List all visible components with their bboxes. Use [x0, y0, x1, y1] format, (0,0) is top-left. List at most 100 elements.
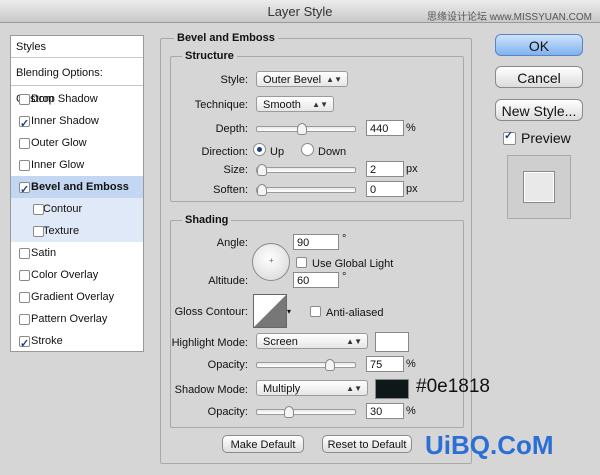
shadow-opacity-slider[interactable] [256, 406, 356, 418]
style-label: Style: [220, 74, 248, 86]
style-item-label: Texture [43, 225, 80, 237]
new-style-button[interactable]: New Style... [495, 99, 583, 121]
size-slider-thumb[interactable] [257, 164, 267, 176]
style-select-value: Outer Bevel [263, 74, 322, 86]
depth-label: Depth: [215, 123, 248, 135]
crosshair-icon: + [269, 256, 274, 265]
soften-label: Soften: [213, 184, 248, 196]
shadow-opacity-thumb[interactable] [284, 406, 294, 418]
depth-slider-thumb[interactable] [297, 123, 307, 135]
direction-up-radio[interactable] [253, 143, 266, 156]
watermark-top: 思缘设计论坛 www.MISSYUAN.COM [426, 12, 592, 23]
direction-label: Direction: [201, 146, 248, 158]
depth-field[interactable]: 440 [366, 120, 404, 136]
global-light-checkbox[interactable] [296, 257, 307, 268]
technique-select[interactable]: Smooth ▲▼ [256, 96, 334, 112]
angle-dial[interactable]: + [252, 243, 290, 281]
style-item-label: Inner Shadow [31, 115, 99, 127]
style-select[interactable]: Outer Bevel ▲▼ [256, 71, 348, 87]
highlight-opacity-slider[interactable] [256, 359, 356, 371]
highlight-mode-value: Screen [263, 336, 298, 348]
watermark-bottom: UiBQ.CoM [425, 430, 554, 460]
style-item-stroke[interactable]: Stroke [11, 330, 143, 355]
style-item-label: Pattern Overlay [31, 313, 108, 325]
highlight-color-swatch[interactable] [375, 332, 409, 352]
style-item-bevel-and-emboss[interactable]: Bevel and Emboss [11, 176, 143, 201]
style-item-label: Contour [43, 203, 83, 215]
style-item-checkbox[interactable] [19, 270, 30, 281]
soften-slider-thumb[interactable] [257, 184, 267, 196]
style-item-checkbox[interactable] [19, 179, 30, 201]
make-default-button[interactable]: Make Default [222, 435, 304, 453]
anti-aliased-checkbox[interactable] [310, 306, 321, 317]
contour-dropdown-icon[interactable]: ▾ [287, 307, 291, 316]
gloss-contour-preview[interactable] [253, 294, 287, 328]
anti-aliased-label: Anti-aliased [326, 307, 384, 319]
style-item-checkbox[interactable] [19, 292, 30, 303]
style-item-contour[interactable]: Contour [11, 198, 143, 220]
style-item-label: Outer Glow [31, 137, 87, 149]
soften-field[interactable]: 0 [366, 181, 404, 197]
style-item-checkbox[interactable] [19, 314, 30, 325]
highlight-opacity-thumb[interactable] [325, 359, 335, 371]
technique-label: Technique: [194, 99, 248, 111]
shadow-mode-select[interactable]: Multiply ▲▼ [256, 380, 368, 396]
contour-curve-icon [254, 295, 286, 327]
highlight-opacity-field[interactable]: 75 [366, 356, 404, 372]
direction-down-radio[interactable] [301, 143, 314, 156]
altitude-field[interactable]: 60 [293, 272, 339, 288]
style-item-outer-glow[interactable]: Outer Glow [11, 132, 143, 154]
soften-unit: px [406, 183, 418, 195]
shadow-opacity-unit: % [406, 405, 416, 417]
style-item-gradient-overlay[interactable]: Gradient Overlay [11, 286, 143, 308]
gloss-contour-label: Gloss Contour: [174, 306, 248, 318]
style-item-pattern-overlay[interactable]: Pattern Overlay [11, 308, 143, 330]
style-item-satin[interactable]: Satin [11, 242, 143, 264]
altitude-unit: ° [342, 271, 347, 283]
shadow-color-swatch[interactable] [375, 379, 409, 399]
style-item-color-overlay[interactable]: Color Overlay [11, 264, 143, 286]
size-slider[interactable] [256, 164, 356, 176]
style-item-checkbox[interactable] [19, 333, 30, 355]
reset-default-button[interactable]: Reset to Default [322, 435, 412, 453]
blending-options[interactable]: Blending Options: Custom [11, 60, 143, 105]
depth-slider[interactable] [256, 123, 356, 135]
shadow-opacity-label: Opacity: [207, 406, 248, 418]
styles-list: Styles Blending Options: Custom Drop Sha… [10, 35, 144, 355]
technique-select-value: Smooth [263, 99, 301, 111]
updown-arrows-icon: ▲▼ [346, 384, 362, 393]
angle-field[interactable]: 90 [293, 234, 339, 250]
cancel-button[interactable]: Cancel [495, 66, 583, 88]
style-item-label: Inner Glow [31, 159, 85, 171]
direction-up-label: Up [270, 146, 285, 158]
style-item-checkbox[interactable] [33, 226, 44, 237]
style-item-checkbox[interactable] [19, 248, 30, 259]
style-item-checkbox[interactable] [19, 113, 30, 135]
style-item-inner-shadow[interactable]: Inner Shadow [11, 110, 143, 135]
style-item-label: Gradient Overlay [31, 291, 115, 303]
preview-swatch [523, 171, 555, 203]
shadow-color-annotation: #0e1818 [416, 376, 490, 397]
shadow-mode-label: Shadow Mode: [174, 384, 248, 396]
size-field[interactable]: 2 [366, 161, 404, 177]
style-item-inner-glow[interactable]: Inner Glow [11, 154, 143, 176]
style-item-drop-shadow[interactable]: Drop Shadow [11, 88, 143, 110]
style-item-label: Stroke [31, 335, 63, 347]
shadow-opacity-field[interactable]: 30 [366, 403, 404, 419]
highlight-mode-select[interactable]: Screen ▲▼ [256, 333, 368, 349]
highlight-mode-label: Highlight Mode: [171, 337, 248, 349]
style-item-texture[interactable]: Texture [11, 220, 143, 242]
shading-title: Shading [182, 214, 232, 226]
style-item-checkbox[interactable] [19, 160, 30, 171]
style-item-checkbox[interactable] [19, 138, 30, 149]
ok-button[interactable]: OK [495, 34, 583, 56]
styles-header[interactable]: Styles [11, 36, 143, 58]
style-item-checkbox[interactable] [19, 94, 30, 105]
preview-checkbox[interactable] [503, 129, 516, 145]
soften-slider[interactable] [256, 184, 356, 196]
style-item-checkbox[interactable] [33, 204, 44, 215]
updown-arrows-icon: ▲▼ [326, 75, 342, 84]
style-item-label: Drop Shadow [31, 93, 98, 105]
preview-label: Preview [521, 130, 571, 146]
style-item-label: Color Overlay [31, 269, 99, 281]
